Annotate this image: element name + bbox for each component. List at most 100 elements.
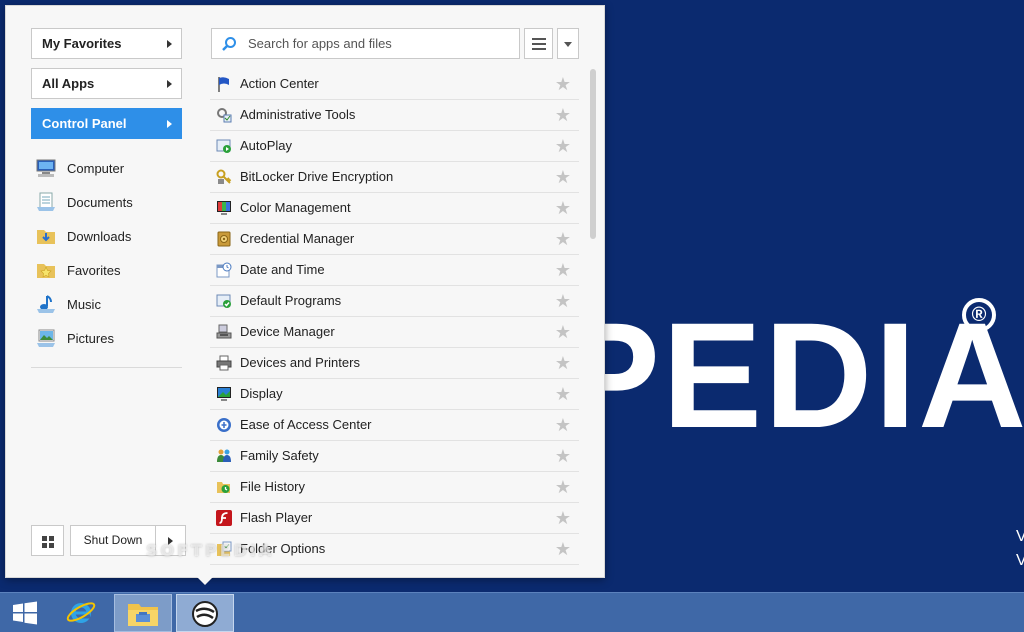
my-favorites-button[interactable]: My Favorites: [31, 28, 182, 59]
app-list-scrollbar[interactable]: [590, 69, 596, 239]
app-item-date-and-time[interactable]: Date and Time ★: [210, 255, 579, 286]
place-item-documents[interactable]: Documents: [31, 185, 183, 219]
music-icon: [35, 294, 57, 314]
start-menu-app-button[interactable]: [176, 594, 234, 632]
pictures-icon: [35, 328, 57, 348]
computer-icon: [35, 158, 57, 178]
favorite-star-icon[interactable]: ★: [555, 383, 571, 405]
favorite-star-icon[interactable]: ★: [555, 290, 571, 312]
app-item-default-programs[interactable]: Default Programs ★: [210, 286, 579, 317]
admin-tools-icon: [216, 107, 232, 123]
app-label: Default Programs: [240, 293, 342, 308]
app-label: Flash Player: [240, 510, 313, 525]
place-item-favorites[interactable]: Favorites: [31, 253, 183, 287]
ease-of-access-icon: [216, 417, 232, 433]
search-box[interactable]: [211, 28, 520, 59]
place-label: Computer: [67, 160, 125, 176]
search-icon: [221, 36, 237, 52]
bitlocker-icon: [216, 169, 232, 185]
control-panel-button[interactable]: Control Panel: [31, 108, 182, 139]
control-panel-label: Control Panel: [42, 116, 127, 131]
internet-explorer-icon: [65, 597, 97, 632]
app-label: Display: [240, 386, 283, 401]
default-programs-icon: [216, 293, 232, 309]
search-input[interactable]: [248, 29, 513, 58]
favorite-star-icon[interactable]: ★: [555, 73, 571, 95]
shut-down-button[interactable]: Shut Down: [70, 525, 156, 556]
windows-start-button[interactable]: [0, 594, 58, 632]
place-item-computer[interactable]: Computer: [31, 151, 183, 185]
app-label: Device Manager: [240, 324, 335, 339]
view-options-dropdown[interactable]: [557, 28, 579, 59]
favorite-star-icon[interactable]: ★: [555, 476, 571, 498]
grid-icon: [42, 536, 47, 541]
display-icon: [216, 386, 232, 402]
app-item-administrative-tools[interactable]: Administrative Tools ★: [210, 100, 579, 131]
start-menu-left-column: My Favorites All Apps Control Panel Comp…: [31, 28, 183, 355]
favorite-star-icon[interactable]: ★: [555, 352, 571, 374]
downloads-icon: [35, 226, 57, 246]
favorite-star-icon[interactable]: ★: [555, 445, 571, 467]
taskbar: [0, 592, 1024, 632]
wallpaper-registered-mark: ®: [962, 298, 996, 332]
app-item-display[interactable]: Display ★: [210, 379, 579, 410]
favorite-star-icon[interactable]: ★: [555, 259, 571, 281]
all-apps-button[interactable]: All Apps: [31, 68, 182, 99]
app-label: Credential Manager: [240, 231, 355, 246]
place-item-music[interactable]: Music: [31, 287, 183, 321]
app-item-ease-of-access[interactable]: Ease of Access Center ★: [210, 410, 579, 441]
app-item-action-center[interactable]: Action Center ★: [210, 69, 579, 100]
app-label: BitLocker Drive Encryption: [240, 169, 394, 184]
places-list: Computer Documents Downloads Favorites M…: [31, 151, 183, 355]
app-item-family-safety[interactable]: Family Safety ★: [210, 441, 579, 472]
favorite-star-icon[interactable]: ★: [555, 538, 571, 560]
autoplay-icon: [216, 138, 232, 154]
place-item-pictures[interactable]: Pictures: [31, 321, 183, 355]
place-label: Favorites: [67, 262, 121, 278]
app-label: Devices and Printers: [240, 355, 360, 370]
file-history-icon: [216, 479, 232, 495]
wallpaper-text-fragment: V: [1016, 528, 1024, 545]
device-manager-icon: [216, 324, 232, 340]
favorite-star-icon[interactable]: ★: [555, 228, 571, 250]
watermark: SOFTPEDIA: [146, 541, 275, 560]
favorites-icon: [35, 260, 57, 280]
place-label: Music: [67, 296, 101, 312]
menu-pointer: [197, 577, 213, 585]
app-item-file-history[interactable]: File History ★: [210, 472, 579, 503]
favorite-star-icon[interactable]: ★: [555, 166, 571, 188]
chevron-right-icon: [167, 80, 172, 88]
flag-icon: [216, 76, 232, 92]
app-item-device-manager[interactable]: Device Manager ★: [210, 317, 579, 348]
app-item-color-management[interactable]: Color Management ★: [210, 193, 579, 224]
app-label: Action Center: [240, 76, 319, 91]
app-label: Family Safety: [240, 448, 319, 463]
place-label: Documents: [67, 194, 133, 210]
internet-explorer-button[interactable]: [56, 594, 114, 632]
control-panel-app-list: Action Center ★ Administrative Tools ★ A…: [210, 69, 579, 579]
file-explorer-button[interactable]: [114, 594, 172, 632]
favorite-star-icon[interactable]: ★: [555, 104, 571, 126]
favorite-star-icon[interactable]: ★: [555, 414, 571, 436]
apps-grid-button[interactable]: [31, 525, 64, 556]
date-time-icon: [216, 262, 232, 278]
favorite-star-icon[interactable]: ★: [555, 197, 571, 219]
app-item-autoplay[interactable]: AutoPlay ★: [210, 131, 579, 162]
place-item-downloads[interactable]: Downloads: [31, 219, 183, 253]
printer-icon: [216, 355, 232, 371]
favorite-star-icon[interactable]: ★: [555, 135, 571, 157]
all-apps-label: All Apps: [42, 76, 95, 91]
app-item-flash-player[interactable]: Flash Player ★: [210, 503, 579, 534]
app-item-devices-and-printers[interactable]: Devices and Printers ★: [210, 348, 579, 379]
favorite-star-icon[interactable]: ★: [555, 321, 571, 343]
list-view-button[interactable]: [524, 28, 553, 59]
app-item-credential-manager[interactable]: Credential Manager ★: [210, 224, 579, 255]
wallpaper-text-fragment: V: [1016, 552, 1024, 569]
windows-start-icon: [12, 601, 38, 628]
start-menu: My Favorites All Apps Control Panel Comp…: [5, 5, 605, 578]
app-label: Date and Time: [240, 262, 325, 277]
file-explorer-icon: [127, 600, 159, 631]
start-menu-app-icon: [190, 599, 220, 632]
favorite-star-icon[interactable]: ★: [555, 507, 571, 529]
app-item-bitlocker[interactable]: BitLocker Drive Encryption ★: [210, 162, 579, 193]
